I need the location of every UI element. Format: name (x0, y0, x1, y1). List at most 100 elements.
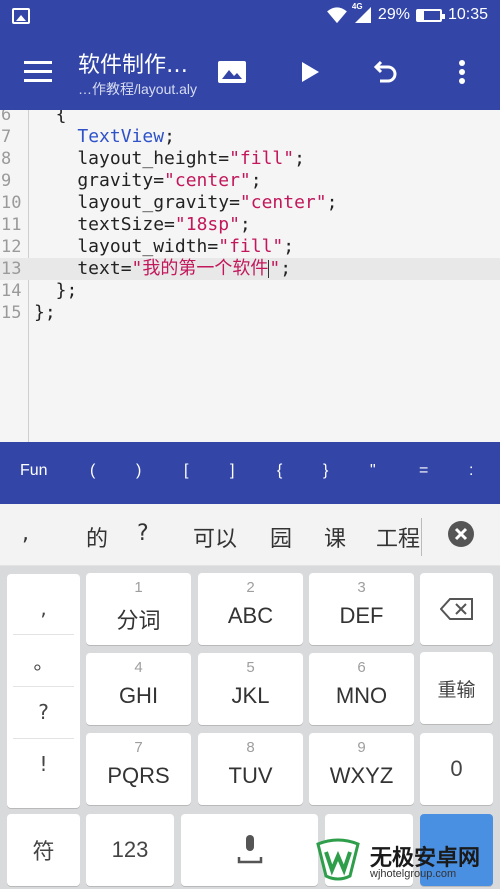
network-type: 4G (351, 2, 363, 11)
code-token: text= (34, 258, 132, 279)
code-line[interactable]: 8 layout_height="fill"; (0, 148, 500, 170)
t9-key[interactable]: 5 JKL (198, 653, 303, 725)
symbol-key[interactable]: } (323, 462, 328, 480)
undo-icon[interactable] (366, 54, 406, 90)
candidate-item[interactable]: ? (137, 521, 149, 546)
punctuation-key[interactable]: , (7, 582, 80, 634)
code-line[interactable]: 7 TextView; (0, 126, 500, 148)
key-label: PQRS (107, 763, 170, 788)
code-editor[interactable]: 6 {7 TextView; 8 layout_height="fill"; 9 g… (0, 110, 500, 442)
code-token: layout_height= (34, 148, 230, 169)
code-text: layout_width="fill"; (34, 236, 294, 258)
code-line[interactable]: 6 { (0, 110, 500, 126)
code-line[interactable]: 9 gravity="center"; (0, 170, 500, 192)
key-number: 8 (246, 739, 255, 756)
key-label: 分词 (116, 608, 161, 633)
t9-key[interactable]: 8 TUV (198, 733, 303, 805)
string-token: " (269, 258, 281, 279)
symbol-key[interactable]: { (277, 462, 282, 480)
play-icon[interactable] (290, 54, 330, 90)
candidate-item[interactable]: 园 (270, 521, 292, 553)
voice-space-key[interactable] (181, 814, 318, 886)
string-token: "fill" (218, 236, 284, 257)
app-bar: 软件制作… …作教程/layout.aly (0, 34, 500, 110)
close-candidates-icon[interactable] (447, 520, 475, 552)
code-token: layout_gravity= (34, 192, 240, 213)
key-number: 1 (134, 579, 143, 596)
battery-icon (415, 8, 445, 22)
punctuation-divider (13, 738, 74, 739)
code-line[interactable]: 15}; (0, 302, 500, 324)
key-label: WXYZ (329, 763, 394, 788)
symbol-key[interactable]: Fun (20, 462, 48, 480)
key-number: 7 (134, 739, 143, 756)
line-number: 14 (1, 281, 22, 301)
status-bar: 4G 29% 10:35 (0, 0, 500, 34)
punctuation-divider (13, 686, 74, 687)
t9-key[interactable]: 9 WXYZ (309, 733, 414, 805)
line-number: 8 (1, 149, 12, 169)
string-token: "center" (164, 170, 251, 191)
symbol-key[interactable]: ( (90, 462, 95, 480)
t9-key[interactable]: 3 DEF (309, 573, 414, 645)
reenter-key[interactable]: 重输 (420, 652, 493, 724)
punctuation-key[interactable]: 。 (7, 634, 80, 686)
zero-key[interactable]: 0 (420, 733, 493, 805)
code-line[interactable]: 11 textSize="18sp"; (0, 214, 500, 236)
candidate-item[interactable]: , (22, 521, 29, 546)
symbol-key[interactable]: = (419, 462, 428, 480)
menu-icon[interactable] (24, 61, 52, 83)
code-token: ; (164, 126, 175, 147)
code-token: ; (239, 214, 251, 235)
watermark: 无极安卓网 wjhotelgroup.com (310, 830, 500, 889)
code-text: gravity="center"; (34, 170, 261, 192)
code-token: }; (34, 280, 78, 301)
candidate-item[interactable]: 工程 (376, 521, 420, 553)
code-token: gravity= (34, 170, 165, 191)
key-number: 3 (357, 579, 366, 596)
gallery-notification-icon (12, 8, 30, 24)
line-number: 9 (1, 171, 12, 191)
symbol-key[interactable]: " (370, 462, 376, 480)
symbol-key[interactable]: ) (136, 462, 141, 480)
key-label: MNO (335, 683, 388, 708)
symbol-key[interactable]: ] (230, 462, 234, 480)
watermark-logo (316, 838, 360, 881)
code-token: textSize= (34, 214, 175, 235)
image-icon[interactable] (212, 54, 252, 90)
more-vert-icon[interactable] (442, 54, 482, 90)
candidate-item[interactable]: 课 (324, 521, 346, 553)
status-right: 4G 29% 10:35 (326, 2, 488, 24)
candidate-item[interactable]: 的 (86, 521, 108, 553)
code-token: ; (283, 236, 295, 257)
numeric-key[interactable]: 123 (86, 814, 174, 886)
key-label: TUV (228, 763, 273, 788)
t9-key[interactable]: 7 PQRS (86, 733, 191, 805)
code-line[interactable]: 10 layout_gravity="center"; (0, 192, 500, 214)
punctuation-key[interactable]: ! (7, 738, 80, 790)
signal-icon: 4G (352, 2, 372, 24)
t9-key[interactable]: 6 MNO (309, 653, 414, 725)
t9-key[interactable]: 1 分词 (86, 573, 191, 645)
code-text: TextView; (34, 126, 175, 148)
code-text: { (34, 110, 67, 126)
punctuation-divider (13, 634, 74, 635)
code-text: layout_gravity="center"; (34, 192, 337, 214)
symbol-key[interactable]: [ (184, 462, 188, 480)
string-token: "fill" (229, 148, 295, 169)
key-number: 6 (357, 659, 366, 676)
punctuation-key[interactable]: ? (7, 686, 80, 738)
code-line[interactable]: 13 text="我的第一个软件"; (0, 258, 500, 280)
code-token: ; (326, 192, 338, 213)
watermark-url: wjhotelgroup.com (370, 868, 457, 880)
code-line[interactable]: 12 layout_width="fill"; (0, 236, 500, 258)
t9-key[interactable]: 2 ABC (198, 573, 303, 645)
t9-key[interactable]: 4 GHI (86, 653, 191, 725)
candidate-item[interactable]: 可以 (193, 521, 237, 553)
code-line[interactable]: 14 }; (0, 280, 500, 302)
code-token: }; (34, 302, 56, 323)
symbol-key[interactable]: : (469, 462, 473, 480)
symbol-key[interactable]: 符 (7, 814, 80, 886)
code-text: }; (34, 302, 56, 324)
backspace-key[interactable] (420, 573, 493, 645)
